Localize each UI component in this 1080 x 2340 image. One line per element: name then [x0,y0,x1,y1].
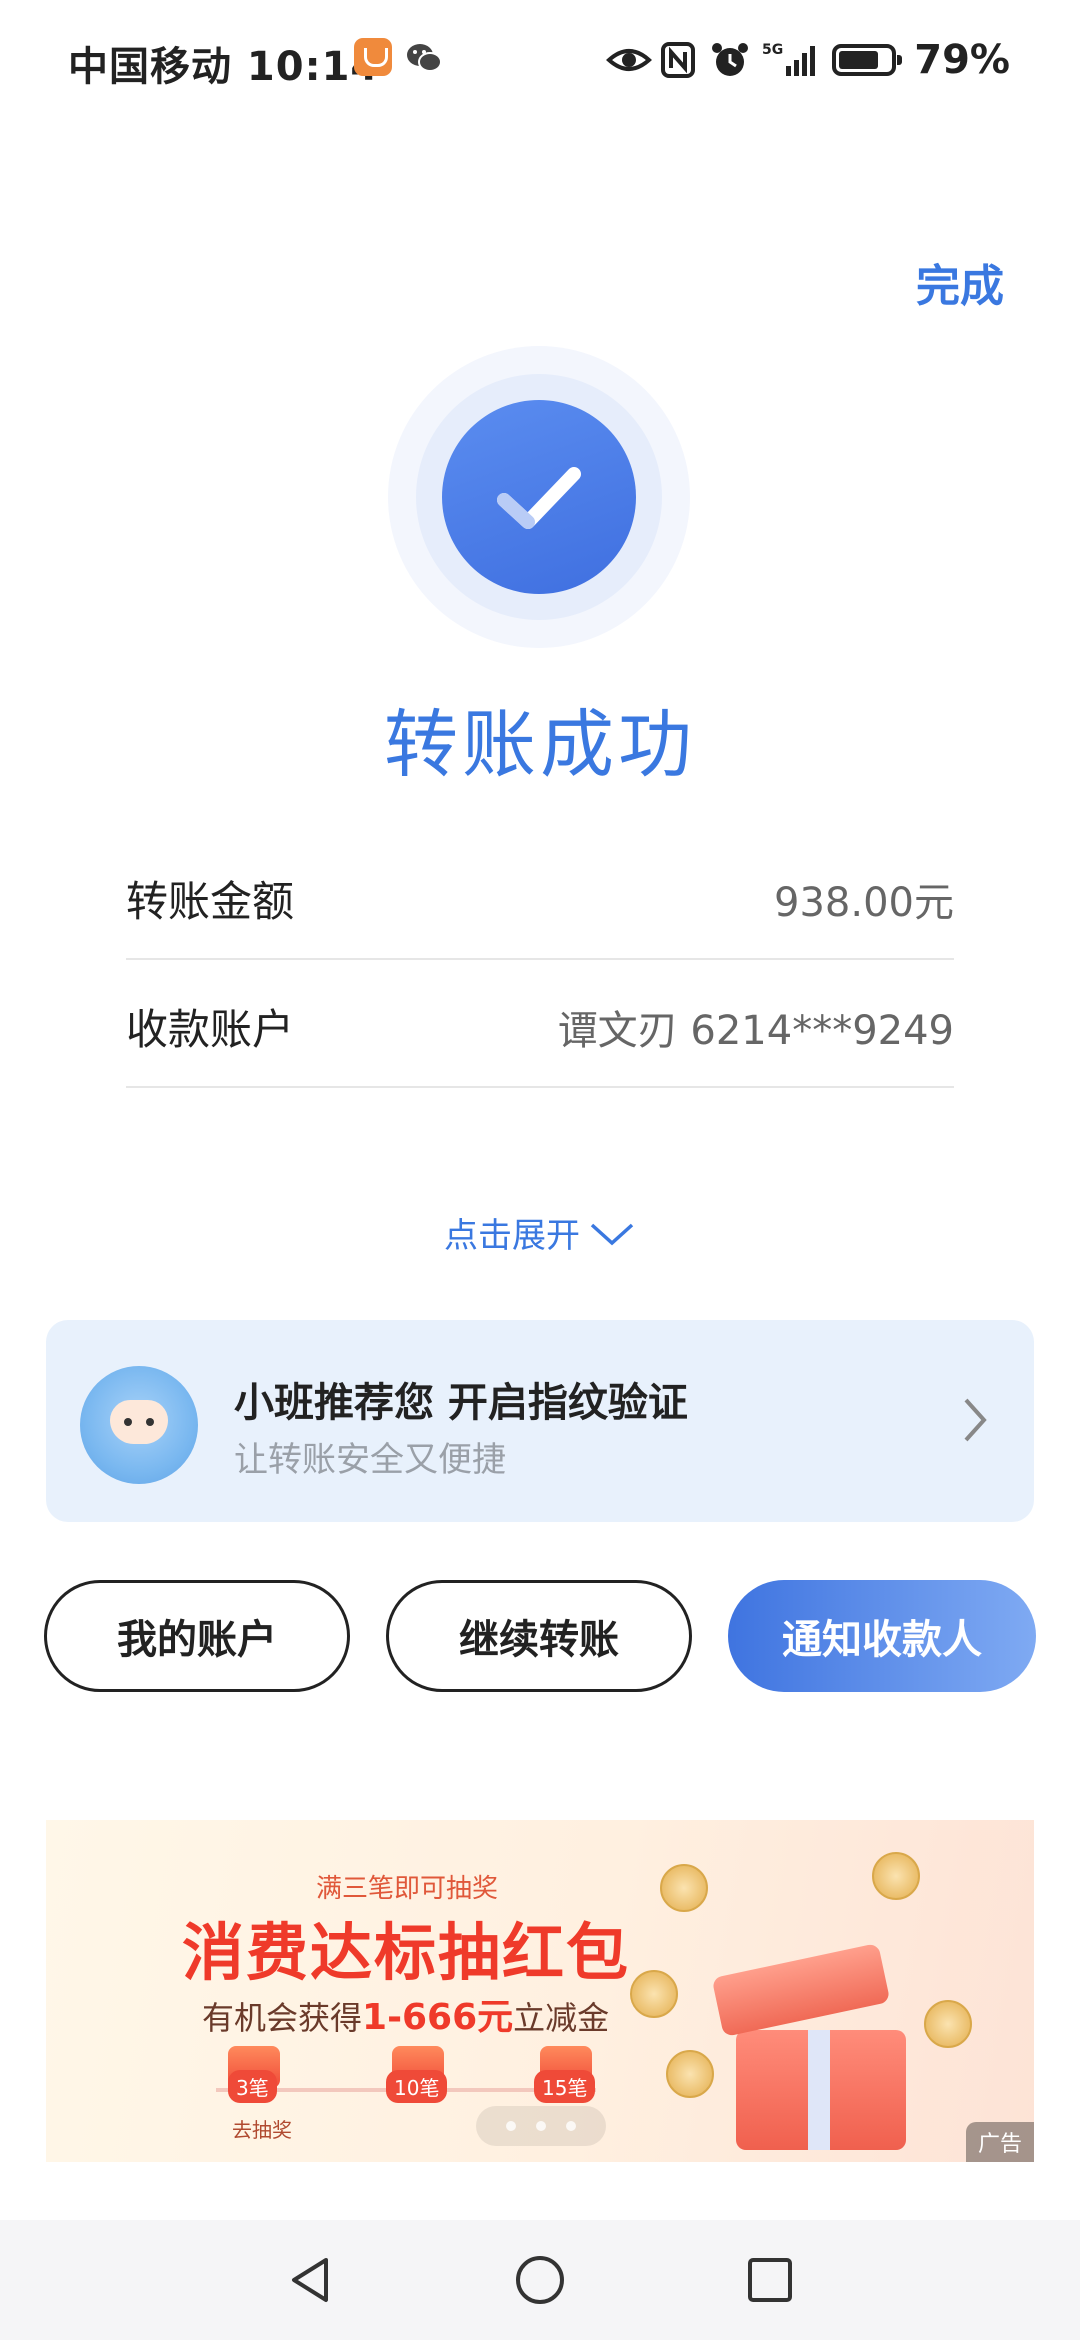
carrier-time: 中国移动 10:14 [68,44,380,90]
ad-tag: 广告 [965,2122,1034,2162]
coin-icon [872,1852,920,1900]
promo-title: 小班推荐您 开启指纹验证 [234,1380,688,1426]
banner-subtitle: 有机会获得1-666元立减金 [202,1997,610,2038]
back-icon[interactable] [286,2254,336,2310]
status-icons: 5G 79% [606,34,1010,86]
system-nav-bar [0,2220,1080,2340]
svg-text:5G: 5G [762,42,783,58]
mascot-avatar [80,1366,198,1484]
promo-subtitle: 让转账安全又便捷 [234,1440,506,1480]
eye-icon [606,40,653,80]
taobao-notification-icon [354,38,392,76]
coin-icon [666,2050,714,2098]
fingerprint-promo-card[interactable]: 小班推荐您 开启指纹验证 让转账安全又便捷 [46,1320,1034,1522]
carousel-indicator [476,2106,606,2146]
ad-banner[interactable]: 满三笔即可抽奖 消费达标抽红包 有机会获得1-666元立减金 3笔 10笔 15… [46,1820,1034,2162]
detail-label: 收款账户 [126,1005,295,1054]
detail-label: 转账金额 [126,877,295,926]
banner-title: 消费达标抽红包 [182,1916,631,1989]
continue-transfer-button[interactable]: 继续转账 [386,1580,692,1692]
milestone-label: 15笔 [534,2070,596,2103]
expand-toggle[interactable]: 点击展开 [0,1208,1080,1258]
recents-icon[interactable] [744,2254,796,2310]
done-button[interactable]: 完成 [916,250,1004,314]
go-draw-label: 去抽奖 [232,2118,292,2142]
detail-row-amount: 转账金额 938.00元 [126,830,954,960]
home-icon[interactable] [514,2254,566,2310]
battery-icon [832,44,903,76]
notify-payee-button[interactable]: 通知收款人 [728,1580,1036,1692]
alarm-icon [710,40,750,80]
status-bar: 中国移动 10:14 5G 79% [0,0,1080,120]
milestone-label: 3笔 [228,2070,277,2103]
success-badge [388,346,690,648]
detail-value: 938.00元 [774,880,954,926]
nfc-icon [658,40,698,80]
coin-icon [630,1970,678,2018]
coin-icon [660,1864,708,1912]
expand-label: 点击展开 [444,1216,580,1256]
my-account-button[interactable]: 我的账户 [44,1580,350,1692]
checkmark-icon [497,467,581,529]
chevron-right-icon [960,1394,990,1450]
gift-box-illustration [711,1920,926,2150]
result-title: 转账成功 [384,702,696,788]
detail-value: 谭文刃 6214***9249 [557,1008,954,1054]
wechat-notification-icon [404,38,442,76]
milestone-label: 10笔 [386,2070,448,2103]
detail-row-account: 收款账户 谭文刃 6214***9249 [126,958,954,1088]
coin-icon [924,2000,972,2048]
battery-percent: 79% [914,37,1010,83]
chevron-down-icon [588,1218,636,1258]
signal-5g-icon: 5G [762,40,820,80]
banner-top-text: 满三笔即可抽奖 [316,1874,499,1904]
